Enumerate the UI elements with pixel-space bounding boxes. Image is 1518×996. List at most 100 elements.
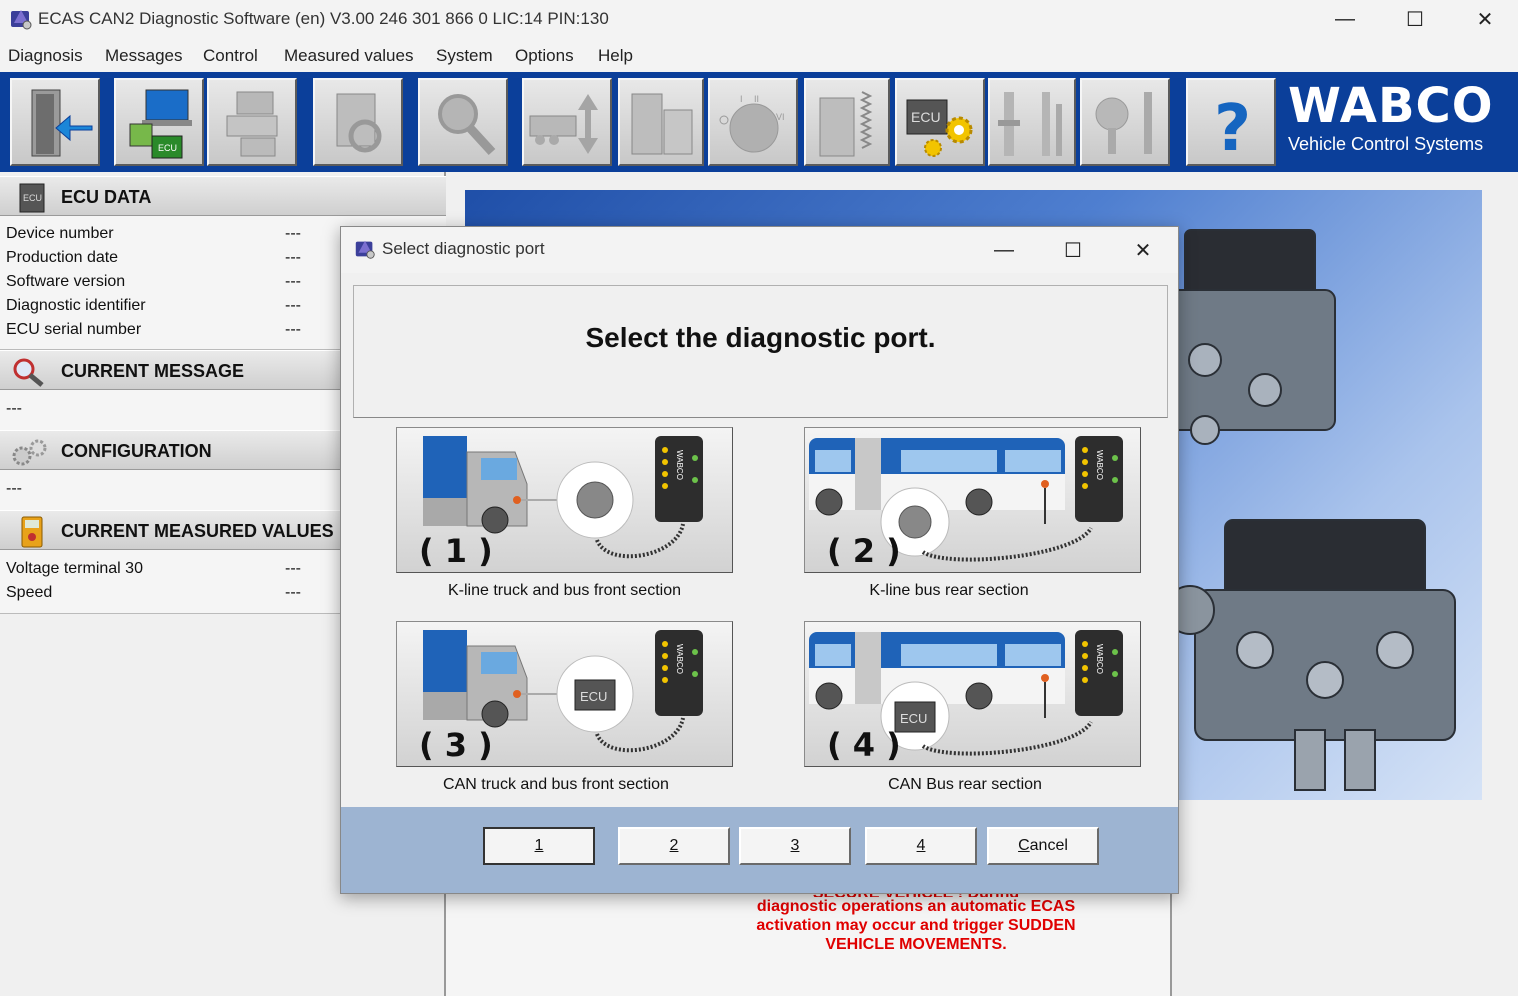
select-port-dialog: Select diagnostic port — ☐ ✕ Select the …	[340, 226, 1179, 894]
ecu-gear-icon: ECU	[906, 99, 973, 157]
menu-control[interactable]: Control	[203, 46, 258, 66]
menu-bar: Diagnosis Messages Control Measured valu…	[0, 40, 1518, 72]
magnifier-icon	[438, 94, 496, 156]
close-icon[interactable]: ✕	[1450, 0, 1518, 38]
svg-text:WABCO: WABCO	[675, 644, 684, 674]
transfer-icon	[226, 91, 278, 157]
port-2-number: ( 2 )	[827, 532, 901, 570]
current-message-title: CURRENT MESSAGE	[61, 361, 245, 381]
measured-values-button[interactable]: I II VI	[708, 78, 798, 166]
dialog-button-bar: 1 2 3 4 Cancel	[341, 807, 1178, 893]
help-button[interactable]: ?	[1186, 78, 1276, 166]
svg-text:ECU: ECU	[158, 143, 177, 153]
reset-button[interactable]	[313, 78, 403, 166]
prompt-box: Select the diagnostic port.	[353, 285, 1168, 418]
calibration-button[interactable]	[988, 78, 1076, 166]
measured-row-value: ---	[285, 560, 301, 577]
svg-text:VI: VI	[776, 112, 785, 122]
menu-options[interactable]: Options	[515, 46, 574, 66]
magnifier-icon	[13, 358, 44, 387]
calibration-icon	[998, 92, 1062, 156]
window-titlebar: ECAS CAN2 Diagnostic Software (en) V3.00…	[0, 0, 1518, 40]
dialog-close-icon[interactable]: ✕	[1113, 233, 1173, 267]
search-button[interactable]	[418, 78, 508, 166]
modules-icon	[631, 93, 693, 155]
dialog-maximize-icon[interactable]: ☐	[1043, 233, 1103, 267]
port-3-number: ( 3 )	[419, 726, 493, 764]
port-4-card[interactable]: ECU WABCO ( 4 )	[804, 621, 1141, 767]
laptop-ecu-icon: ECU	[129, 89, 192, 159]
connect-ecu-button[interactable]: ECU	[114, 78, 204, 166]
port-1-label: K-line truck and bus front section	[447, 582, 681, 599]
safety-warning: SECURE VEHICLE ! During diagnostic opera…	[446, 884, 1386, 954]
help-question-icon: ?	[1214, 92, 1251, 164]
port-1-number: ( 1 )	[419, 532, 493, 570]
ecu-settings-button[interactable]: ECU	[895, 78, 985, 166]
app-icon	[355, 240, 375, 259]
menu-system[interactable]: System	[436, 46, 493, 66]
level-control-button[interactable]	[522, 78, 612, 166]
dialog-minimize-icon[interactable]: —	[974, 233, 1034, 267]
warning-line-2: diagnostic operations an automatic ECAS	[756, 898, 1076, 915]
ecu-row-label: Diagnostic identifier	[6, 297, 146, 314]
dial-icon: I II VI	[719, 94, 785, 153]
cancel-mnemonic: C	[1018, 837, 1030, 854]
port-1-button[interactable]: 1	[483, 827, 595, 865]
svg-text:WABCO: WABCO	[1095, 644, 1104, 674]
transfer-button[interactable]	[207, 78, 297, 166]
sensor-button[interactable]	[804, 78, 890, 166]
measured-row-value: ---	[285, 584, 301, 601]
exit-button[interactable]	[10, 78, 100, 166]
port-2-button[interactable]: 2	[618, 827, 730, 865]
exit-door-icon	[31, 89, 93, 157]
port-3-button[interactable]: 3	[739, 827, 851, 865]
ecu-row-value: ---	[285, 273, 301, 290]
ecu-row-value: ---	[285, 249, 301, 266]
measured-row-label: Speed	[6, 584, 53, 601]
wabco-logo: WABCO Vehicle Control Systems	[1288, 78, 1494, 154]
current-message-value: ---	[6, 400, 22, 417]
svg-text:?: ?	[1214, 92, 1251, 164]
window-title: ECAS CAN2 Diagnostic Software (en) V3.00…	[38, 9, 609, 28]
cancel-label: ancel	[1029, 837, 1068, 854]
port-3-card[interactable]: ECU WABCO ( 3 )	[396, 621, 733, 767]
svg-text:WABCO: WABCO	[1095, 450, 1104, 480]
ecu-row-label: ECU serial number	[6, 321, 142, 338]
wabco-tagline: Vehicle Control Systems	[1288, 134, 1484, 154]
svg-text:I: I	[740, 94, 743, 104]
svg-text:ECU: ECU	[580, 689, 607, 704]
app-icon	[11, 10, 32, 30]
tools-icon	[1095, 92, 1152, 154]
tools-button[interactable]	[1080, 78, 1170, 166]
svg-text:ECU: ECU	[23, 193, 42, 203]
warning-line-4: VEHICLE MOVEMENTS.	[825, 936, 1007, 953]
minimize-icon[interactable]: —	[1310, 0, 1380, 38]
maximize-icon[interactable]: ☐	[1380, 0, 1450, 38]
svg-text:ECU: ECU	[911, 109, 941, 125]
ecu-row-value: ---	[285, 225, 301, 242]
port-3-label: CAN truck and bus front section	[443, 776, 669, 793]
menu-diagnosis[interactable]: Diagnosis	[8, 46, 83, 66]
port-2-card[interactable]: WABCO ( 2 )	[804, 427, 1141, 573]
port-2-label: K-line bus rear section	[869, 582, 1029, 599]
port-4-number: ( 4 )	[827, 726, 901, 764]
measured-row-label: Voltage terminal 30	[6, 560, 143, 577]
menu-help[interactable]: Help	[598, 46, 633, 66]
measured-values-title: CURRENT MEASURED VALUES	[61, 521, 334, 541]
gears-icon	[12, 439, 47, 466]
menu-measured-values[interactable]: Measured values	[284, 46, 413, 66]
svg-text:II: II	[754, 94, 759, 104]
menu-messages[interactable]: Messages	[105, 46, 182, 66]
port-4-button[interactable]: 4	[865, 827, 977, 865]
configuration-title: CONFIGURATION	[61, 441, 212, 461]
configuration-value: ---	[6, 480, 22, 497]
port-1-card[interactable]: WABCO ( 1 )	[396, 427, 733, 573]
ecu-data-header: ECU ECU DATA	[0, 176, 446, 216]
ecu-row-value: ---	[285, 321, 301, 338]
reset-icon	[336, 93, 382, 153]
ecu-chip-icon: ECU	[19, 183, 45, 213]
cancel-button[interactable]: Cancel	[987, 827, 1099, 865]
ecu-row-label: Device number	[6, 225, 114, 242]
modules-button[interactable]	[618, 78, 704, 166]
dialog-titlebar: Select diagnostic port — ☐ ✕	[341, 227, 1178, 273]
